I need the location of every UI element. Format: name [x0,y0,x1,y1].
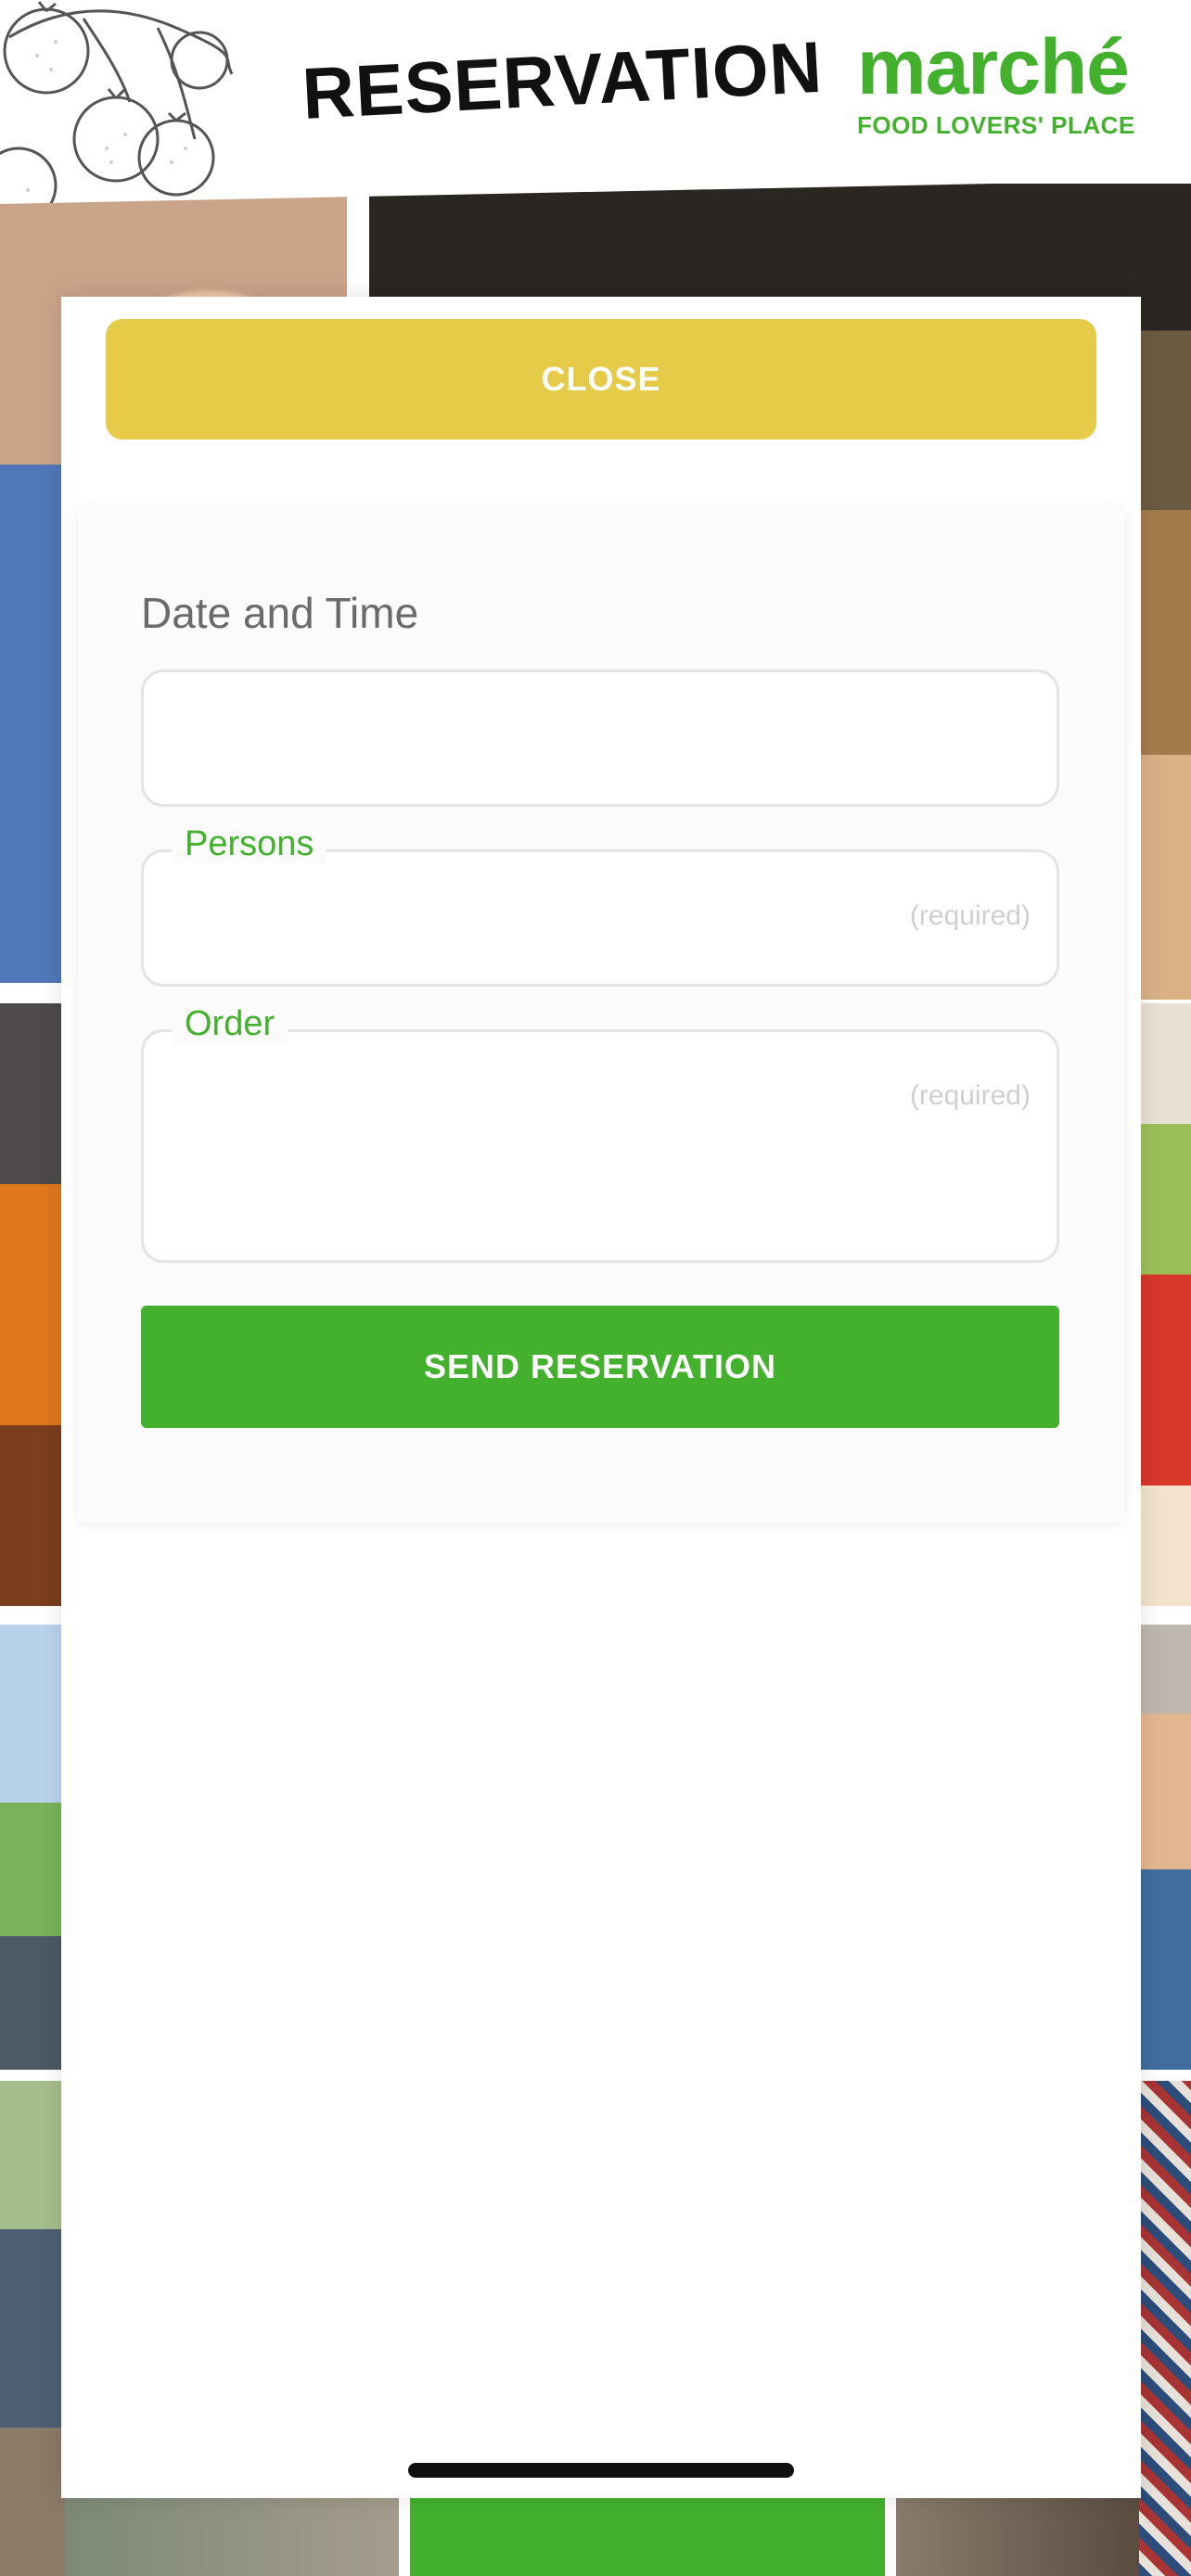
datetime-input[interactable] [144,672,1057,804]
photo-salad-plate [1139,1003,1191,1606]
close-button[interactable]: CLOSE [106,319,1096,440]
page-header: RESERVATION marché FOOD LOVERS' PLACE [0,0,1191,204]
photo-man-laughing [1139,1625,1191,2070]
order-textarea[interactable] [144,1032,1057,1260]
photo-bottom-left [65,2494,399,2576]
brand-tagline: FOOD LOVERS' PLACE [857,111,1135,139]
home-indicator [408,2463,794,2478]
brand-logo[interactable]: marché FOOD LOVERS' PLACE [857,28,1172,140]
order-field-wrapper: Order (required) [141,1004,1059,1263]
photo-crowd [0,2081,65,2576]
reservation-form: Date and Time Persons (required) Order (… [78,506,1124,1523]
send-reservation-button[interactable]: SEND RESERVATION [141,1306,1059,1428]
tomato-vine-icon [0,1,234,204]
datetime-field-wrapper [141,670,1059,807]
reservation-modal: CLOSE Date and Time Persons (required) O… [61,297,1141,2498]
green-bar-bottom [410,2494,885,2576]
photo-flag-outdoor [0,1625,65,2070]
photo-bottom-right [896,2494,1139,2576]
brand-name: marché [857,23,1130,110]
persons-input[interactable] [144,852,1057,984]
photo-jars-food [0,1003,65,1606]
datetime-heading: Date and Time [141,589,419,637]
persons-field-wrapper: Persons (required) [141,824,1059,987]
photo-plaid-shirt [1139,2081,1191,2576]
page-title: RESERVATION [300,25,825,134]
